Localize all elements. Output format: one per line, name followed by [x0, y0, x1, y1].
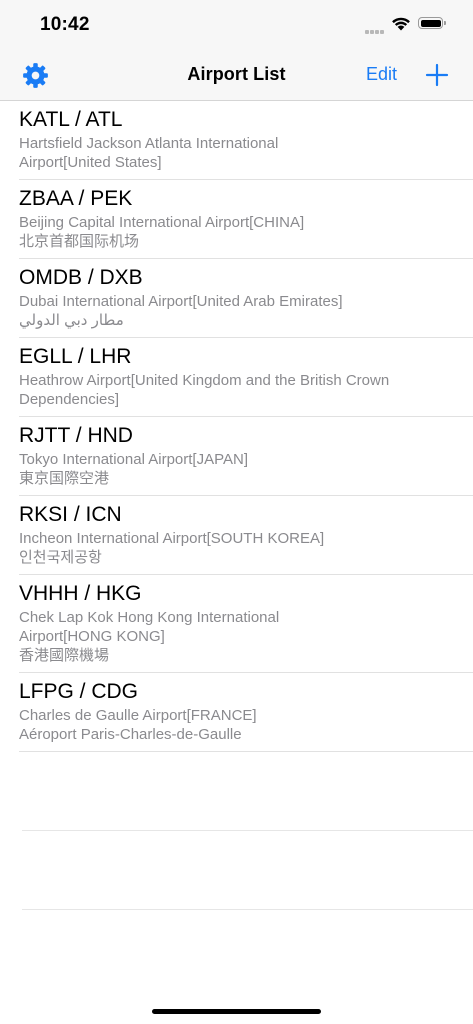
airport-code: RJTT / HND [19, 424, 133, 447]
airport-local-name: 香港國際機場 [19, 647, 110, 664]
status-bar: 10:42 [0, 0, 473, 50]
airport-code: VHHH / HKG [19, 582, 142, 605]
airport-row-lfpg[interactable]: LFPG / CDG Charles de Gaulle Airport[FRA… [0, 673, 473, 752]
airport-code: OMDB / DXB [19, 266, 143, 289]
airport-row-omdb[interactable]: OMDB / DXB Dubai International Airport[U… [0, 259, 473, 338]
wifi-icon [392, 17, 410, 31]
edit-button[interactable]: Edit [366, 64, 397, 85]
navigation-bar: Airport List Edit [0, 50, 473, 101]
empty-row-separator [0, 831, 473, 910]
airport-local-name: 北京首都国际机场 [19, 233, 140, 250]
airport-name: Heathrow Airport[United Kingdom and the … [19, 372, 390, 408]
battery-icon [418, 17, 446, 29]
airport-row-vhhh[interactable]: VHHH / HKG Chek Lap Kok Hong Kong Intern… [0, 575, 473, 673]
airport-row-zbaa[interactable]: ZBAA / PEK Beijing Capital International… [0, 180, 473, 259]
airport-name: Dubai International Airport[United Arab … [19, 293, 343, 310]
airport-name: Beijing Capital International Airport[CH… [19, 214, 305, 231]
status-time: 10:42 [40, 14, 90, 35]
airport-row-katl[interactable]: KATL / ATL Hartsfield Jackson Atlanta In… [0, 101, 473, 180]
airport-name: Charles de Gaulle Airport[FRANCE] [19, 707, 257, 724]
home-indicator[interactable] [152, 1009, 321, 1014]
airport-local-name: مطار دبي الدولي [19, 312, 124, 329]
page-title: Airport List [187, 64, 286, 84]
airport-code: ZBAA / PEK [19, 187, 133, 210]
cellular-signal-icon [365, 28, 385, 34]
airport-code: RKSI / ICN [19, 503, 122, 526]
airport-name: Incheon International Airport[SOUTH KORE… [19, 530, 325, 547]
airport-list-screen: 10:42 Airport List Edit KATL / ATL Harts… [0, 0, 473, 1024]
airport-local-name: 東京国際空港 [19, 470, 110, 487]
airport-name: Tokyo International Airport[JAPAN] [19, 451, 248, 468]
airport-row-rksi[interactable]: RKSI / ICN Incheon International Airport… [0, 496, 473, 575]
plus-icon[interactable] [425, 63, 449, 87]
airport-local-name: Aéroport Paris-Charles-de-Gaulle [19, 726, 242, 743]
empty-row-separator [0, 752, 473, 831]
airport-code: KATL / ATL [19, 108, 123, 131]
airport-name: Chek Lap Kok Hong Kong International Air… [19, 609, 280, 645]
airport-row-egll[interactable]: EGLL / LHR Heathrow Airport[United Kingd… [0, 338, 473, 417]
airport-code: EGLL / LHR [19, 345, 132, 368]
airport-code: LFPG / CDG [19, 680, 139, 703]
airport-row-rjtt[interactable]: RJTT / HND Tokyo International Airport[J… [0, 417, 473, 496]
airport-list: KATL / ATL Hartsfield Jackson Atlanta In… [0, 101, 473, 910]
airport-local-name: 인천국제공항 [19, 549, 102, 566]
airport-name: Hartsfield Jackson Atlanta International… [19, 135, 279, 171]
